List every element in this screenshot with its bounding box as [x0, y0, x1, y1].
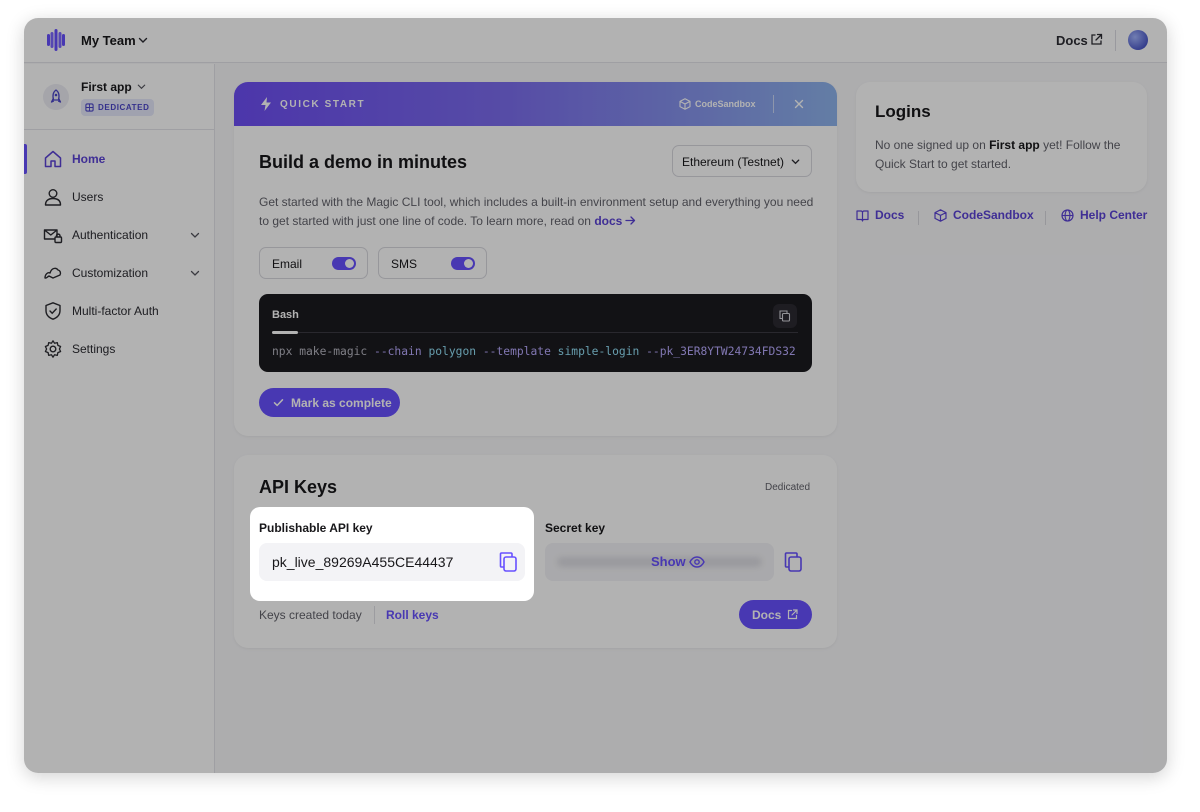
- rocket-icon: [50, 89, 62, 103]
- logins-title: Logins: [875, 102, 931, 121]
- sidebar: First app DEDICATED Home Users Authentic…: [24, 64, 215, 773]
- docs-link[interactable]: docs: [594, 214, 622, 228]
- sidebar-item-label: Home: [72, 152, 106, 166]
- sidebar-item-label: Users: [72, 190, 104, 204]
- divider: [272, 332, 798, 333]
- sms-toggle[interactable]: SMS: [378, 247, 487, 279]
- top-docs-link[interactable]: Docs: [1056, 33, 1088, 48]
- active-tab-indicator: [272, 331, 298, 334]
- publishable-key-highlight: Publishable API key pk_live_89269A455CE4…: [250, 507, 534, 601]
- network-select-value: Ethereum (Testnet): [682, 155, 785, 169]
- api-docs-label: Docs: [752, 608, 782, 622]
- mail-lock-icon: [43, 229, 63, 244]
- api-keys-title: API Keys: [259, 477, 338, 497]
- copy-icon[interactable]: [499, 552, 517, 572]
- divider: [918, 211, 919, 225]
- codesandbox-link[interactable]: CodeSandbox: [695, 99, 756, 109]
- divider: [1115, 30, 1116, 51]
- code-block: Bash npx make-magic --chain polygon --te…: [259, 294, 812, 372]
- app-name[interactable]: First app: [81, 80, 132, 94]
- badge-label: DEDICATED: [98, 103, 150, 112]
- dedicated-label: Dedicated: [765, 482, 811, 493]
- show-secret-button[interactable]: Show: [651, 554, 686, 569]
- chevron-down-icon: [791, 159, 800, 165]
- shield-check-icon: [45, 302, 61, 320]
- quick-start-title: Build a demo in minutes: [259, 152, 468, 172]
- app-avatar[interactable]: [43, 84, 69, 110]
- eye-icon[interactable]: [689, 555, 705, 569]
- divider: [24, 129, 215, 130]
- copy-icon[interactable]: [784, 552, 802, 572]
- resource-links: Docs CodeSandbox Help Center: [856, 208, 1156, 228]
- lightning-icon: [261, 97, 271, 111]
- close-icon[interactable]: [793, 98, 805, 110]
- logins-card: Logins No one signed up on First app yet…: [856, 82, 1147, 192]
- brush-icon: [44, 267, 62, 279]
- quick-start-label: QUICK START: [280, 99, 366, 110]
- codesandbox-resource-link[interactable]: CodeSandbox: [934, 208, 1034, 222]
- logins-empty-text: No one signed up on First app yet! Follo…: [875, 138, 1121, 171]
- copy-icon: [779, 310, 791, 322]
- divider: [374, 606, 375, 624]
- mark-complete-label: Mark as complete: [291, 396, 392, 410]
- network-select[interactable]: Ethereum (Testnet): [672, 145, 812, 177]
- keys-created-text: Keys created today: [259, 608, 362, 622]
- email-toggle[interactable]: Email: [259, 247, 368, 279]
- code-tab-bash[interactable]: Bash: [272, 309, 299, 321]
- sidebar-item-settings[interactable]: Settings: [24, 330, 215, 368]
- sidebar-item-customization[interactable]: Customization: [24, 254, 215, 292]
- arrow-right-icon[interactable]: [625, 215, 636, 226]
- publishable-key-field[interactable]: pk_live_89269A455CE44437: [259, 543, 525, 581]
- chevron-down-icon[interactable]: [137, 34, 149, 46]
- secret-key-field[interactable]: Show: [545, 543, 774, 581]
- external-link-icon[interactable]: [1090, 33, 1103, 46]
- sidebar-item-label: Settings: [72, 342, 116, 356]
- divider: [773, 95, 774, 113]
- globe-icon: [1061, 208, 1074, 222]
- cube-icon[interactable]: [679, 98, 691, 110]
- quick-start-header: QUICK START CodeSandbox: [234, 82, 837, 126]
- cube-icon: [934, 208, 947, 222]
- mark-complete-button[interactable]: Mark as complete: [259, 388, 400, 417]
- team-name[interactable]: My Team: [81, 33, 136, 48]
- gear-icon: [44, 340, 62, 358]
- divider: [1045, 211, 1046, 225]
- app-window: My Team Docs First app DEDICATED Home Us…: [24, 18, 1167, 773]
- code-line[interactable]: npx make-magic --chain polygon --templat…: [272, 345, 800, 358]
- roll-keys-button[interactable]: Roll keys: [386, 608, 439, 622]
- book-icon: [856, 209, 869, 222]
- user-avatar[interactable]: [1128, 30, 1148, 50]
- sidebar-item-authentication[interactable]: Authentication: [24, 216, 215, 254]
- cube-icon: [85, 103, 94, 112]
- publishable-key-value[interactable]: pk_live_89269A455CE44437: [272, 554, 453, 570]
- sidebar-item-label: Customization: [72, 266, 149, 280]
- top-bar: My Team Docs: [24, 18, 1167, 63]
- sidebar-item-users[interactable]: Users: [24, 178, 215, 216]
- chevron-down-icon[interactable]: [189, 229, 201, 241]
- sidebar-item-label: Authentication: [72, 228, 149, 242]
- quick-start-card: QUICK START CodeSandbox Build a demo in …: [234, 82, 837, 436]
- sidebar-item-label: Multi-factor Auth: [72, 304, 159, 318]
- email-toggle-label: Email: [272, 257, 303, 271]
- publishable-key-label: Publishable API key: [259, 521, 373, 535]
- sidebar-item-home[interactable]: Home: [24, 140, 215, 178]
- home-icon: [44, 150, 62, 168]
- external-link-icon: [787, 609, 798, 620]
- checkmark-icon: [273, 399, 284, 407]
- sms-switch[interactable]: [451, 257, 475, 270]
- quick-start-description: Get started with the Magic CLI tool, whi…: [259, 195, 814, 228]
- copy-code-button[interactable]: [773, 304, 797, 328]
- email-switch[interactable]: [332, 257, 356, 270]
- chevron-down-icon[interactable]: [136, 81, 147, 92]
- secret-key-label: Secret key: [545, 521, 606, 535]
- magic-logo-icon[interactable]: [44, 28, 68, 52]
- api-docs-button[interactable]: Docs: [739, 600, 812, 629]
- dedicated-badge: DEDICATED: [81, 99, 155, 116]
- user-icon: [44, 189, 62, 206]
- sidebar-item-multi-factor-auth[interactable]: Multi-factor Auth: [24, 292, 215, 330]
- docs-resource-link[interactable]: Docs: [856, 208, 904, 222]
- chevron-down-icon[interactable]: [189, 267, 201, 279]
- help-center-link[interactable]: Help Center: [1061, 208, 1147, 222]
- sms-toggle-label: SMS: [391, 257, 418, 271]
